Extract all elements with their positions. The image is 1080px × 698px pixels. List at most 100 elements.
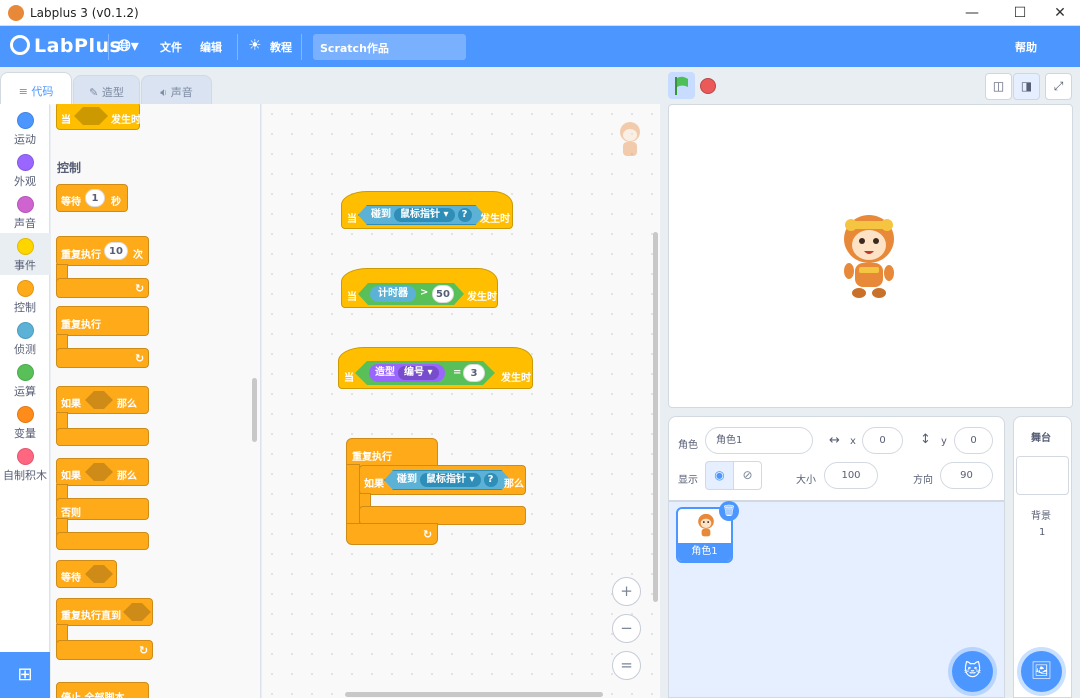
menu-file[interactable]: 文件 <box>160 39 182 55</box>
touching-target-dropdown[interactable]: 鼠标指针 ▾ <box>394 208 455 222</box>
menu-divider <box>301 34 302 60</box>
add-backdrop-button[interactable]: 🖼︎ <box>1021 651 1062 692</box>
zoom-out-button[interactable]: − <box>612 614 641 643</box>
tab-costumes[interactable]: ✎ 造型 <box>73 75 140 105</box>
hide-sprite-button[interactable]: ⊘ <box>733 461 762 490</box>
backdrops-count: 1 <box>1039 527 1046 538</box>
tab-code[interactable]: ≡ 代码 <box>0 72 72 105</box>
stop-button[interactable] <box>700 78 716 94</box>
category-sound[interactable]: 声音 <box>0 191 50 233</box>
tab-sounds[interactable]: 🔉︎ 声音 <box>141 75 212 105</box>
add-extension-button[interactable]: ⊞ <box>0 652 50 698</box>
sprite-thumbnail-image <box>698 513 714 537</box>
stage-thumbnail[interactable] <box>1016 456 1069 495</box>
zoom-reset-button[interactable]: = <box>612 651 641 680</box>
category-motion[interactable]: 运动 <box>0 107 50 149</box>
menu-edit[interactable]: 编辑 <box>200 39 222 55</box>
c-block-foot <box>56 428 149 446</box>
timer-reporter[interactable]: 计时器 <box>370 286 416 302</box>
lightbulb-icon[interactable]: ☀ <box>248 36 261 54</box>
x-position-input[interactable]: 0 <box>862 427 903 454</box>
boolean-slot[interactable] <box>85 463 113 481</box>
category-sensing[interactable]: 侦测 <box>0 317 50 359</box>
timer-threshold-input[interactable]: 50 <box>432 285 454 303</box>
palette-when-condition-block[interactable]: 当 发生时 <box>56 104 141 130</box>
palette-repeat-block[interactable]: 重复执行 10 次 <box>56 236 149 266</box>
y-arrow-icon: ↕ <box>920 432 931 447</box>
palette-scrollbar[interactable] <box>252 378 257 442</box>
category-events[interactable]: 事件 <box>0 233 50 275</box>
costume-field-dropdown[interactable]: 编号 ▾ <box>398 366 439 380</box>
sprite-name-input[interactable]: 角色1 <box>705 427 813 454</box>
menu-tutorial[interactable]: 教程 <box>270 39 292 55</box>
fullscreen-button[interactable]: ⤢ <box>1045 73 1072 100</box>
boolean-slot[interactable] <box>85 391 113 409</box>
category-looks[interactable]: 外观 <box>0 149 50 191</box>
category-control[interactable]: 控制 <box>0 275 50 317</box>
boolean-slot[interactable] <box>85 565 113 583</box>
add-sprite-button[interactable]: 🐱︎ <box>952 651 993 692</box>
category-operators[interactable]: 运算 <box>0 359 50 401</box>
direction-input[interactable]: 90 <box>940 462 993 489</box>
show-sprite-button[interactable]: ◉ <box>705 461 734 490</box>
code-icon: ≡ <box>18 85 32 98</box>
palette-if-else-block[interactable]: 如果 那么 <box>56 458 149 486</box>
category-dot <box>16 196 34 213</box>
repeat-count-input[interactable]: 10 <box>104 242 128 260</box>
script-workspace[interactable]: 当 碰到 鼠标指针 ▾? 发生时 当 计时器 > 50 发生时 当 造型 编号 ▾ … <box>262 104 660 698</box>
globe-icon[interactable]: 🌐︎▾ <box>118 36 139 56</box>
logo-ring-icon <box>10 35 30 55</box>
stage-canvas[interactable] <box>668 104 1073 408</box>
y-position-input[interactable]: 0 <box>954 427 993 454</box>
category-dot <box>16 406 34 423</box>
category-my-blocks[interactable]: 自制积木 <box>0 443 50 485</box>
when-timer-hat-block[interactable]: 当 计时器 > 50 发生时 <box>341 268 498 308</box>
touching-sensor-block[interactable]: 碰到 鼠标指针 ▾? <box>358 205 485 225</box>
when-costume-hat-block[interactable]: 当 造型 编号 ▾ = 3 发生时 <box>338 347 533 389</box>
category-dot <box>16 238 34 255</box>
y-label: y <box>941 436 947 447</box>
close-button[interactable]: ✕ <box>1038 0 1080 26</box>
eye-icon: ◉ <box>714 468 725 482</box>
sprite-name-label: 角色 <box>678 440 698 451</box>
green-flag-button[interactable] <box>668 72 695 99</box>
menu-help[interactable]: 帮助 <box>1015 39 1037 55</box>
delete-sprite-button[interactable]: 🗑︎ <box>719 501 739 521</box>
costume-number-input[interactable]: 3 <box>463 364 485 382</box>
size-input[interactable]: 100 <box>824 462 878 489</box>
greater-than-operator-block[interactable]: 计时器 > 50 <box>358 283 464 305</box>
palette-repeat-until-block[interactable]: 重复执行直到 <box>56 598 153 626</box>
normal-stage-button[interactable]: ◨ <box>1013 73 1040 100</box>
touching-target-dropdown[interactable]: 鼠标指针 ▾ <box>420 473 481 487</box>
block-palette: 当 发生时 控制 等待 1 秒 重复执行 10 次 ↻ 重复执行 ↻ 如果 那么… <box>51 104 261 698</box>
maximize-button[interactable]: ☐ <box>998 0 1042 26</box>
zoom-in-button[interactable]: + <box>612 577 641 606</box>
zoom-out-icon: − <box>620 619 633 637</box>
palette-wait-block[interactable]: 等待 1 秒 <box>56 184 128 212</box>
if-then-block[interactable]: 如果 碰到 鼠标指针 ▾? 那么 <box>359 465 526 495</box>
palette-if-then-block[interactable]: 如果 那么 <box>56 386 149 414</box>
palette-forever-block[interactable]: 重复执行 <box>56 306 149 336</box>
palette-wait-until-block[interactable]: 等待 <box>56 560 117 588</box>
trash-icon: 🗑︎ <box>722 504 736 517</box>
menu-bar: LabPlus 🌐︎▾ 文件 编辑 ☀ 教程 Scratch作品 帮助 <box>0 26 1080 67</box>
else-section: 否则 <box>56 498 149 520</box>
minimize-button[interactable]: — <box>950 0 994 26</box>
category-dot <box>16 280 34 297</box>
touching-sensor-block[interactable]: 碰到 鼠标指针 ▾? <box>384 470 511 490</box>
palette-stop-block[interactable]: 停止 全部脚本 <box>56 682 149 698</box>
category-variables[interactable]: 变量 <box>0 401 50 443</box>
project-title-input[interactable]: Scratch作品 <box>313 34 466 60</box>
workspace-vertical-scrollbar[interactable] <box>653 232 658 602</box>
menu-divider <box>237 34 238 60</box>
costume-reporter[interactable]: 造型 编号 ▾ <box>369 364 445 382</box>
workspace-horizontal-scrollbar[interactable] <box>345 692 603 697</box>
equals-operator-block[interactable]: 造型 编号 ▾ = 3 <box>355 361 495 385</box>
when-touching-hat-block[interactable]: 当 碰到 鼠标指针 ▾? 发生时 <box>341 191 513 229</box>
small-stage-button[interactable]: ◫ <box>985 73 1012 100</box>
wait-seconds-input[interactable]: 1 <box>85 189 105 207</box>
labplus-logo[interactable]: LabPlus <box>10 35 121 57</box>
boolean-slot[interactable] <box>74 107 108 125</box>
boolean-slot[interactable] <box>123 603 151 621</box>
monkey-sprite[interactable] <box>837 209 901 305</box>
